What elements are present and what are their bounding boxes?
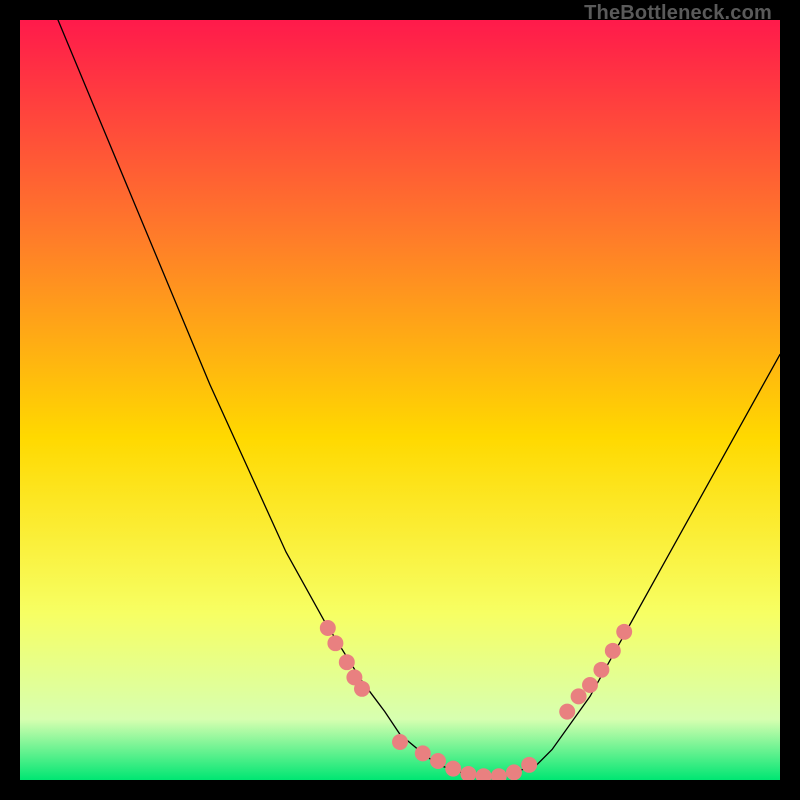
salmon-dot	[521, 757, 537, 773]
salmon-dot	[605, 643, 621, 659]
salmon-dot	[430, 753, 446, 769]
salmon-dot	[616, 624, 632, 640]
salmon-dot	[559, 704, 575, 720]
salmon-dot	[354, 681, 370, 697]
salmon-dot	[320, 620, 336, 636]
salmon-dot	[582, 677, 598, 693]
salmon-dot	[327, 635, 343, 651]
salmon-dot	[339, 654, 355, 670]
salmon-dot	[571, 688, 587, 704]
chart-background	[20, 20, 780, 780]
bottleneck-chart	[20, 20, 780, 780]
salmon-dot	[445, 761, 461, 777]
salmon-dot	[506, 764, 522, 780]
salmon-dot	[415, 745, 431, 761]
salmon-dot	[392, 734, 408, 750]
salmon-dot	[593, 662, 609, 678]
chart-frame: TheBottleneck.com	[0, 0, 800, 800]
